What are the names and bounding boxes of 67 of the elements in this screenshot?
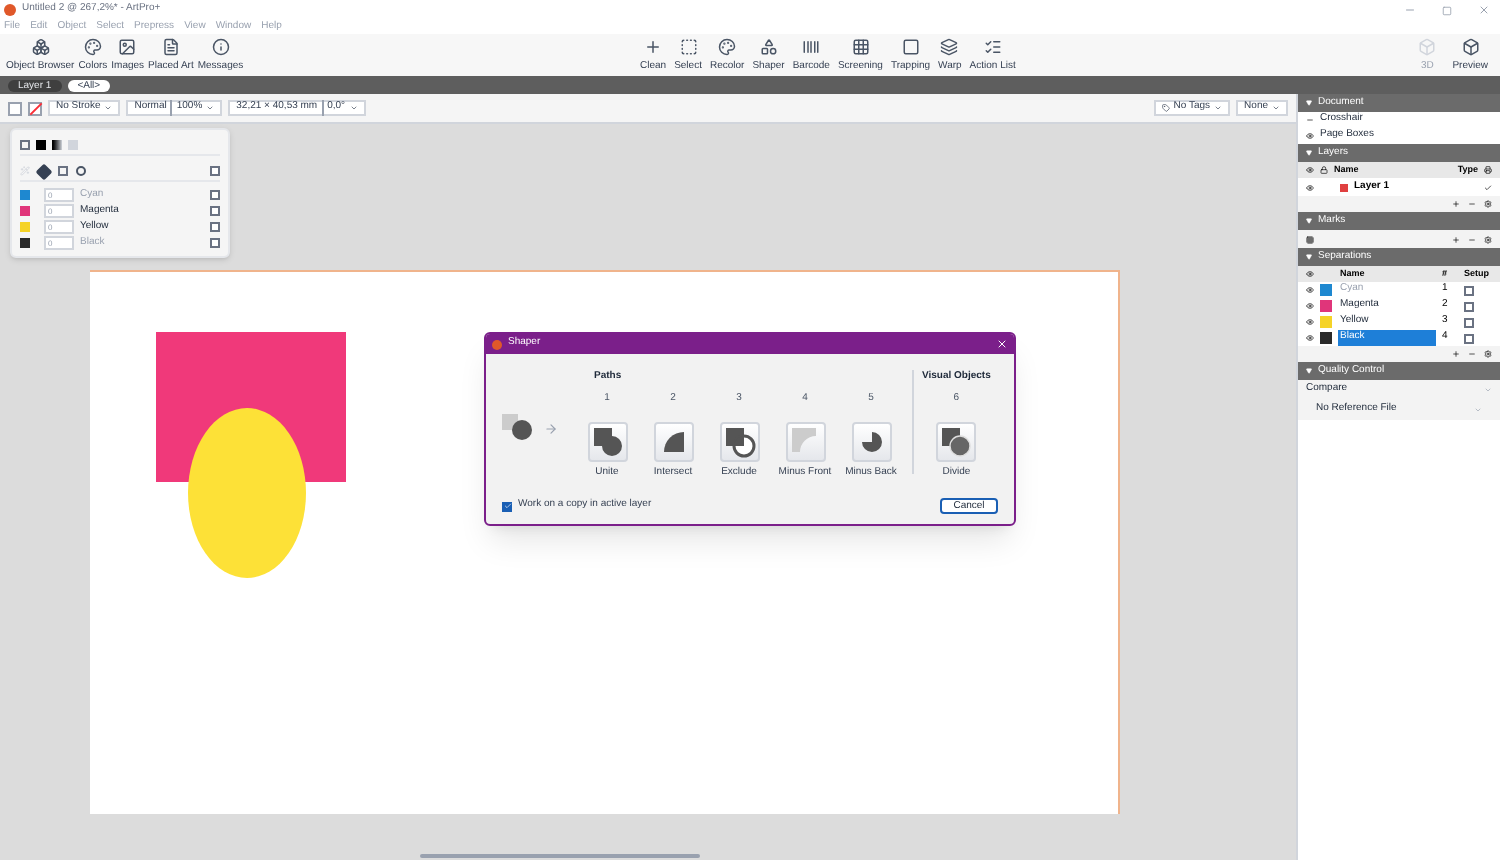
empty-swatch-icon[interactable]: [58, 166, 68, 176]
eye-icon[interactable]: [1306, 334, 1314, 342]
exclude-shape-icon: [723, 426, 755, 458]
settings-icon[interactable]: [1484, 235, 1492, 243]
check-icon: [1484, 183, 1492, 191]
eye-icon[interactable]: [1306, 166, 1314, 174]
printer-icon: [1484, 166, 1492, 174]
toolbar-icon: [851, 38, 870, 56]
toolbar-icon: [940, 38, 959, 56]
unite-shape-icon: [591, 426, 623, 458]
ink-checkbox[interactable]: [210, 222, 220, 232]
ink-checkbox[interactable]: [210, 206, 220, 216]
minus-back-shape-icon: [857, 428, 885, 456]
collapse-icon: [1306, 100, 1312, 106]
toolbar-icon: [211, 38, 230, 56]
minus-front-shape-icon: [789, 426, 821, 458]
collapse-icon: [1306, 254, 1312, 260]
toolbar-icon: [1461, 38, 1480, 56]
intersect-shape-icon: [663, 432, 683, 452]
settings-icon[interactable]: [1484, 200, 1492, 208]
toolbar-icon: [83, 38, 102, 56]
overprint-checkbox[interactable]: [210, 166, 220, 176]
toolbar-icon: [31, 38, 50, 56]
eye-icon[interactable]: [1306, 270, 1314, 278]
toolbar-icon: [1418, 38, 1437, 56]
eye-icon[interactable]: [1306, 302, 1314, 310]
toolbar-icon: [983, 38, 1002, 56]
app-logo-icon: [4, 4, 16, 16]
add-icon[interactable]: [1452, 235, 1460, 243]
fill-mode-icon[interactable]: [20, 140, 30, 150]
arrow-icon: [544, 421, 558, 435]
fill-swatch-button[interactable]: [8, 101, 22, 115]
toolbar-icon: [644, 38, 663, 56]
add-icon[interactable]: [1452, 200, 1460, 208]
eye-icon[interactable]: [1306, 132, 1314, 140]
app-logo-icon: [492, 339, 502, 349]
divide-shape-icon: [940, 426, 973, 458]
lock-icon[interactable]: [1320, 166, 1328, 174]
eye-icon[interactable]: [1306, 183, 1314, 191]
copy-checkbox[interactable]: [502, 501, 512, 511]
toolbar-icon: [901, 38, 920, 56]
toolbar-icon: [802, 38, 821, 56]
collapse-icon: [1306, 150, 1312, 156]
eye-icon[interactable]: [1306, 318, 1314, 326]
gradient-mode-icon[interactable]: [52, 140, 62, 150]
toolbar-icon: [161, 38, 180, 56]
setup-checkbox[interactable]: [1464, 333, 1474, 343]
toolbar-icon: [759, 38, 778, 56]
settings-icon[interactable]: [1484, 350, 1492, 358]
toolbar-icon: [679, 38, 698, 56]
add-icon[interactable]: [1452, 350, 1460, 358]
shapes-overlap-icon: [502, 414, 534, 442]
tag-icon: [1161, 104, 1170, 112]
layer-color-icon: [1340, 183, 1348, 191]
shape-operation-button[interactable]: [936, 422, 977, 462]
setup-checkbox[interactable]: [1464, 301, 1474, 311]
collapse-icon: [1306, 218, 1312, 224]
shape-operation-button[interactable]: [719, 422, 759, 462]
toolbar-icon: [118, 38, 137, 56]
collapse-icon: [1306, 368, 1312, 374]
shape-operation-button[interactable]: [587, 422, 627, 462]
shape-operation-button[interactable]: [851, 422, 891, 462]
setup-checkbox[interactable]: [1464, 317, 1474, 327]
toolbar-icon: [718, 38, 737, 56]
stroke-swatch-button[interactable]: [28, 101, 42, 115]
shape-operation-button[interactable]: [653, 422, 693, 462]
eye-icon[interactable]: [1306, 286, 1314, 294]
